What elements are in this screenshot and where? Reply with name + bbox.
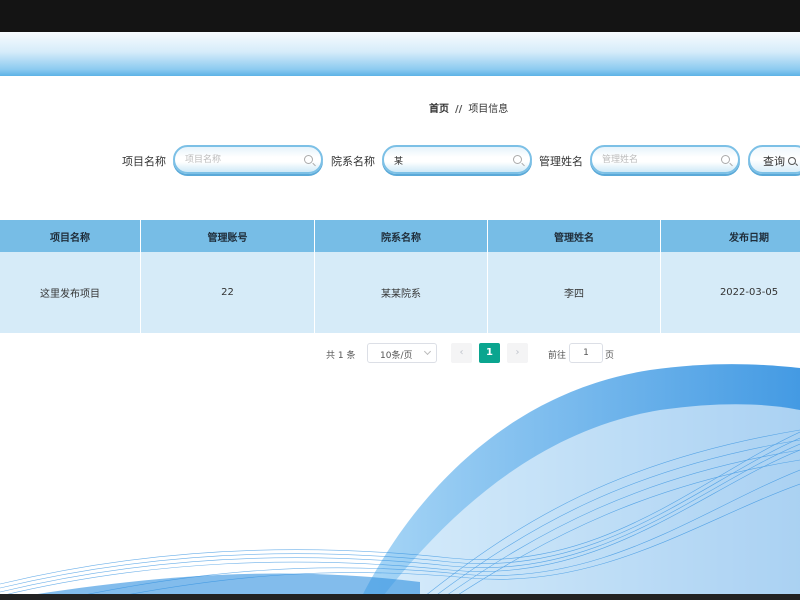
breadcrumb-current: 项目信息 <box>468 104 509 115</box>
search-icon <box>304 155 313 164</box>
breadcrumb-home[interactable]: 首页 <box>429 104 449 115</box>
window-top-bar <box>0 0 800 32</box>
goto-unit-label: 页 <box>605 351 615 361</box>
column-header-manager-name[interactable]: 管理姓名 <box>488 220 661 252</box>
cell-manager-name: 李四 <box>488 252 661 333</box>
cell-department-name: 某某院系 <box>315 252 488 333</box>
column-header-project-name[interactable]: 项目名称 <box>0 220 141 252</box>
top-banner <box>0 32 800 76</box>
department-name-field <box>382 145 532 174</box>
project-name-label: 项目名称 <box>122 155 166 168</box>
search-icon <box>721 155 730 164</box>
table-row[interactable]: 这里发布项目 22 某某院系 李四 2022-03-05 <box>0 252 800 333</box>
cell-manager-account: 22 <box>141 252 315 333</box>
pagination: 共 1 条 10条/页 ‹ 1 › 前往 页 <box>0 343 800 363</box>
goto-label: 前往 <box>548 351 567 361</box>
pagination-total: 共 1 条 <box>326 351 356 361</box>
chevron-down-icon <box>423 347 432 356</box>
page-size-select[interactable]: 10条/页 <box>367 343 437 363</box>
manager-name-field <box>590 145 740 174</box>
cell-project-name: 这里发布项目 <box>0 252 141 333</box>
search-icon <box>788 157 796 165</box>
goto-page-input[interactable] <box>569 343 603 363</box>
next-page-button[interactable]: › <box>507 343 528 363</box>
manager-name-label: 管理姓名 <box>539 155 583 168</box>
query-button-label: 查询 <box>763 155 785 168</box>
background-waves <box>0 364 800 600</box>
cell-publish-date: 2022-03-05 <box>719 287 779 298</box>
page-number-1[interactable]: 1 <box>479 343 500 363</box>
column-header-publish-date[interactable]: 发布日期 <box>661 220 800 252</box>
manager-name-input[interactable] <box>602 153 712 167</box>
window-bottom-bar <box>0 594 800 600</box>
search-icon <box>513 155 522 164</box>
table-header: 项目名称 管理账号 院系名称 管理姓名 发布日期 <box>0 220 800 252</box>
column-header-manager-account[interactable]: 管理账号 <box>141 220 315 252</box>
search-bar: 项目名称 院系名称 管理姓名 查询 <box>0 145 800 175</box>
department-name-input[interactable] <box>394 153 504 167</box>
breadcrumb: 首页 // 项目信息 <box>429 100 508 115</box>
project-name-field <box>173 145 323 174</box>
breadcrumb-separator: // <box>455 104 463 115</box>
query-button[interactable]: 查询 <box>748 145 800 174</box>
department-name-label: 院系名称 <box>331 155 375 168</box>
project-name-input[interactable] <box>185 153 295 167</box>
prev-page-button[interactable]: ‹ <box>451 343 472 363</box>
column-header-department-name[interactable]: 院系名称 <box>315 220 488 252</box>
page-size-value: 10条/页 <box>380 351 413 361</box>
